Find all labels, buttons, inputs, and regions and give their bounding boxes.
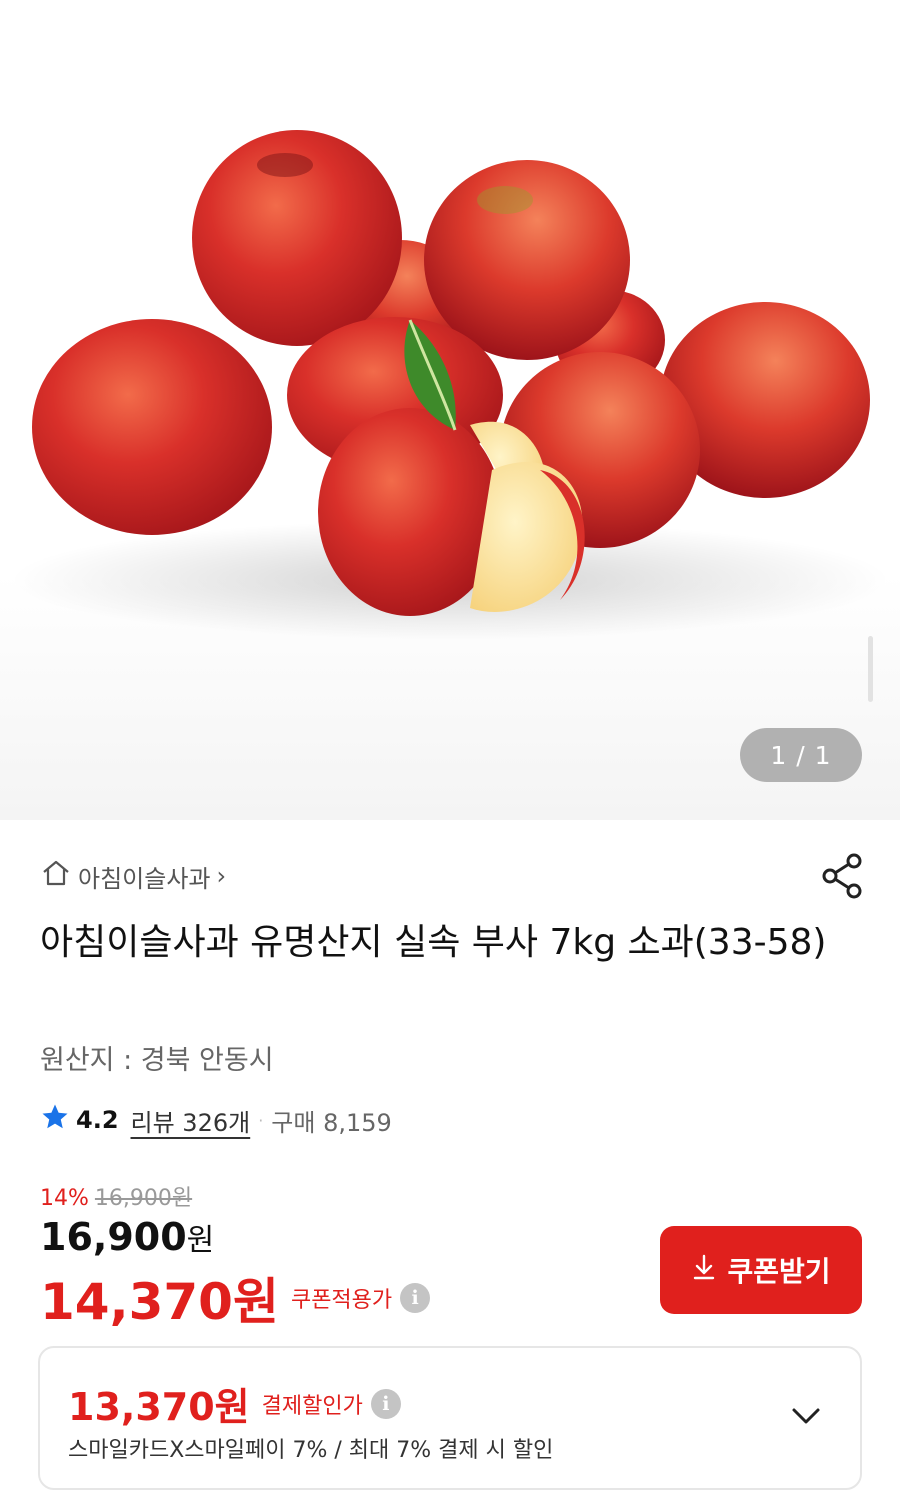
original-price: 16,900원: [94, 1186, 193, 1211]
coupon-price-label: 쿠폰적용가: [290, 1288, 393, 1313]
payment-discount-box[interactable]: 13,370원 결제할인가 i 스마일카드X스마일페이 7% / 최대 7% 결…: [38, 1346, 862, 1490]
info-icon[interactable]: i: [400, 1283, 431, 1313]
get-coupon-button[interactable]: 쿠폰받기: [660, 1226, 862, 1314]
sale-price-amount: 16,900: [40, 1215, 187, 1259]
apples-image: [10, 130, 890, 640]
download-icon: [691, 1253, 717, 1288]
get-coupon-label: 쿠폰받기: [727, 1255, 831, 1288]
info-icon[interactable]: i: [370, 1388, 401, 1419]
separator-dot: ·: [258, 1110, 264, 1130]
review-link[interactable]: 리뷰 326개: [131, 1103, 251, 1138]
sale-price-unit: 원: [186, 1223, 215, 1258]
product-origin: 원산지 : 경북 안동시: [40, 1045, 274, 1076]
discount-row: 14% 16,900원: [40, 1180, 192, 1212]
sale-price: 16,900원: [40, 1215, 214, 1259]
product-image-gallery[interactable]: 1 / 1: [0, 0, 900, 820]
product-title: 아침이슬사과 유명산지 실속 부사 7kg 소과(33-58): [40, 922, 827, 963]
payment-description: 스마일카드X스마일페이 7% / 최대 7% 결제 시 할인: [68, 1438, 554, 1463]
coupon-price: 14,370원 쿠폰적용가 i: [40, 1262, 431, 1334]
purchase-count: 구매 8,159: [271, 1108, 392, 1137]
chevron-down-icon[interactable]: [788, 1404, 824, 1428]
rating-row: 4.2 리뷰 326개 · 구매 8,159: [40, 1100, 392, 1140]
star-icon: [40, 1102, 70, 1138]
discount-rate: 14%: [40, 1186, 89, 1211]
coupon-price-amount: 14,370원: [40, 1273, 279, 1331]
image-scroll-indicator: [868, 636, 873, 702]
share-icon[interactable]: [820, 852, 864, 900]
store-arrow: ›: [216, 862, 227, 890]
payment-price: 13,370원 결제할인가 i: [68, 1376, 401, 1431]
payment-price-label: 결제할인가: [261, 1393, 363, 1419]
payment-price-amount: 13,370원: [68, 1385, 250, 1429]
rating-score: 4.2: [76, 1106, 119, 1134]
home-icon: [40, 857, 72, 895]
image-counter: 1 / 1: [740, 728, 862, 782]
store-link[interactable]: 아침이슬사과 ›: [40, 858, 226, 894]
store-name: 아침이슬사과: [78, 864, 211, 893]
